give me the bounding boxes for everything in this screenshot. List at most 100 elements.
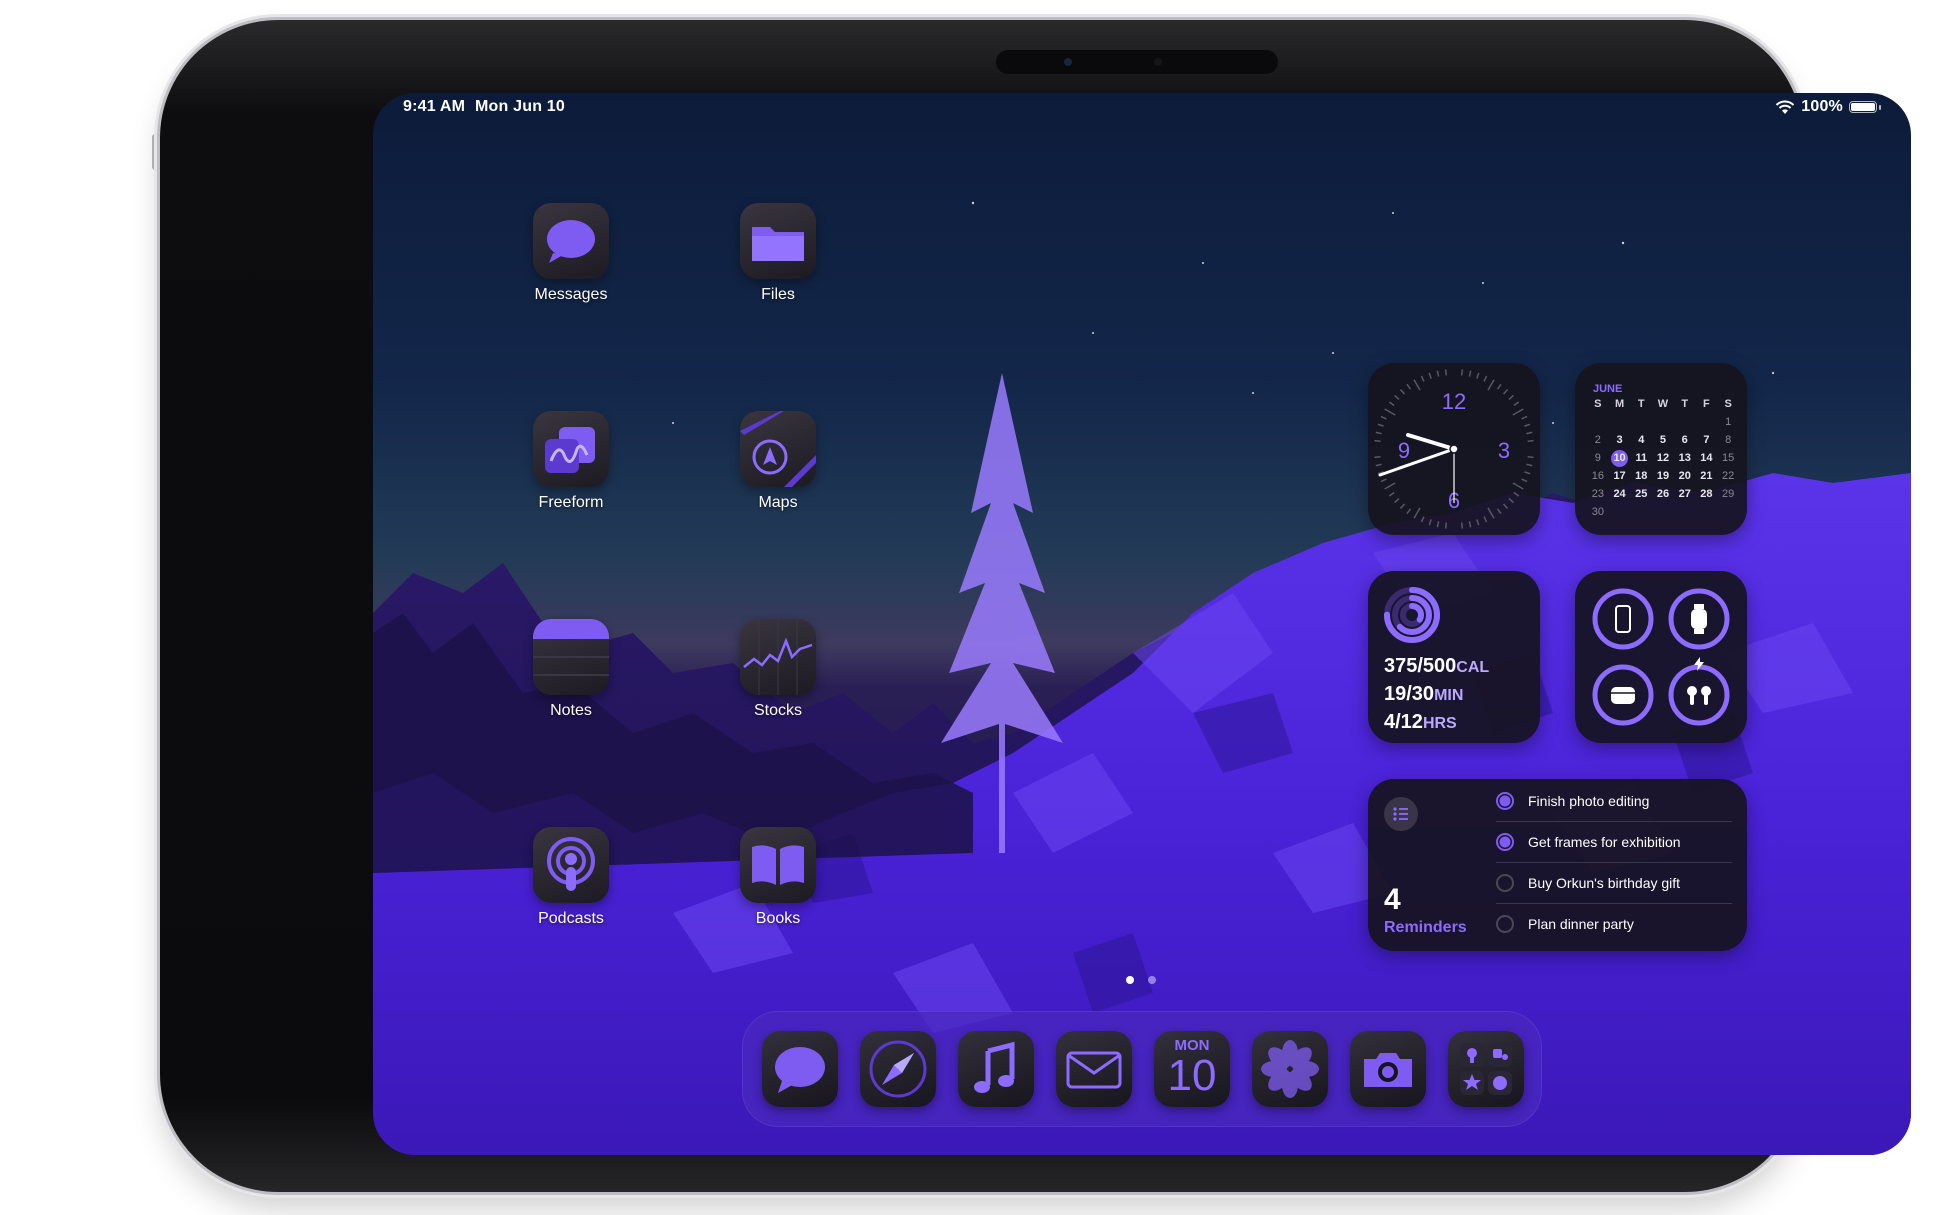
app-files[interactable]: Files xyxy=(698,203,858,304)
activity-rings-icon xyxy=(1384,587,1440,643)
dock-music[interactable] xyxy=(958,1031,1034,1107)
clock-tick xyxy=(1502,503,1509,509)
fitness-widget[interactable]: 375/500CAL 19/30MIN 4/12HRS xyxy=(1368,571,1540,743)
app-podcasts[interactable]: Podcasts xyxy=(491,827,651,928)
clock-tick xyxy=(1526,431,1533,435)
calendar-day: 17 xyxy=(1613,470,1626,482)
clock-numeral-9: 9 xyxy=(1398,438,1410,463)
calendar-widget[interactable]: JUNE S M T W T F S 1 2 3 4 5 6 7 8 9 10 11 12 13 14 15 16 17 18 1… xyxy=(1575,363,1747,535)
clock-tick xyxy=(1468,370,1472,377)
calendar-day: 18 xyxy=(1635,470,1648,482)
status-right: 100% xyxy=(1775,98,1881,116)
reminder-item[interactable]: Finish photo editing xyxy=(1496,781,1732,822)
dock-messages[interactable] xyxy=(762,1031,838,1107)
calendar-day xyxy=(1652,415,1674,430)
reminder-checkbox[interactable] xyxy=(1496,915,1514,933)
dock-photos[interactable] xyxy=(1252,1031,1328,1107)
reminder-checkbox[interactable] xyxy=(1496,874,1514,892)
clock-tick xyxy=(1436,370,1440,377)
calendar-day: 4 xyxy=(1638,434,1645,446)
dock-mail[interactable] xyxy=(1056,1031,1132,1107)
clock-tick xyxy=(1375,431,1382,435)
calendar-day xyxy=(1609,415,1631,430)
camera-lens-icon xyxy=(1064,58,1072,66)
app-maps[interactable]: Maps xyxy=(698,411,858,512)
app-messages[interactable]: Messages xyxy=(491,203,651,304)
calendar-day: 21 xyxy=(1700,470,1713,482)
calendar-weekday: T xyxy=(1681,398,1689,410)
calendar-day: 6 xyxy=(1681,434,1688,446)
calendar-day: 3 xyxy=(1616,434,1623,446)
calendar-day xyxy=(1696,415,1718,430)
reminder-text: Buy Orkun's birthday gift xyxy=(1528,875,1681,891)
batteries-widget[interactable] xyxy=(1575,571,1747,743)
app-label-files: Files xyxy=(761,286,795,303)
clock-tick xyxy=(1380,415,1387,420)
calendar-weekday: W xyxy=(1657,398,1669,410)
page-dot-active[interactable] xyxy=(1126,976,1134,984)
calendar-day xyxy=(1587,415,1609,430)
reminder-text: Finish photo editing xyxy=(1528,793,1650,809)
page-dot[interactable] xyxy=(1148,976,1156,984)
clock-numeral-12: 12 xyxy=(1442,389,1466,414)
calendar-weekday: S xyxy=(1594,398,1602,410)
files-icon xyxy=(740,203,816,279)
calendar-day xyxy=(1609,505,1631,520)
clock-tick xyxy=(1521,478,1528,483)
app-stocks[interactable]: Stocks xyxy=(698,619,858,720)
calendar-day: 15 xyxy=(1722,452,1735,464)
calendar-grid: S M T W T F S 1 2 3 4 5 6 7 8 9 10 11 12 13 14 15 16 17 18 19 20 21… xyxy=(1587,397,1739,520)
dock: MON 10 xyxy=(742,1011,1542,1127)
calendar-today: 10 xyxy=(1609,450,1631,467)
airpods-case-icon xyxy=(1611,687,1635,704)
calendar-day: 8 xyxy=(1725,434,1732,446)
clock-tick xyxy=(1420,375,1425,382)
clock-tick xyxy=(1483,516,1488,523)
reminder-item[interactable]: Buy Orkun's birthday gift xyxy=(1496,863,1732,904)
side-button[interactable] xyxy=(152,134,158,170)
calendar-day: 27 xyxy=(1678,488,1691,500)
reminders-count: 4 xyxy=(1384,883,1401,916)
clock-tick xyxy=(1521,415,1528,420)
move-unit: CAL xyxy=(1456,659,1490,676)
app-books[interactable]: Books xyxy=(698,827,858,928)
notes-icon xyxy=(533,619,609,695)
freeform-icon xyxy=(533,411,609,487)
clock-widget[interactable]: 12 3 6 9 xyxy=(1368,363,1540,535)
clock-tick xyxy=(1428,519,1432,526)
clock-tick xyxy=(1388,491,1395,497)
calendar-day: 22 xyxy=(1722,470,1735,482)
front-camera xyxy=(996,50,1278,74)
app-label-freeform: Freeform xyxy=(538,494,604,511)
dock-app-library[interactable] xyxy=(1448,1031,1524,1107)
clock-hour-hand xyxy=(1406,433,1456,451)
calendar-day xyxy=(1652,505,1674,520)
clock-tick xyxy=(1413,507,1421,519)
exercise-value: 19/30 xyxy=(1384,683,1435,705)
calendar-day: 7 xyxy=(1703,434,1710,446)
lightning-bolt-icon xyxy=(1694,657,1704,671)
dock-camera[interactable] xyxy=(1350,1031,1426,1107)
reminder-checkbox[interactable] xyxy=(1496,833,1514,851)
stand-value: 4/12 xyxy=(1384,711,1423,733)
app-freeform[interactable]: Freeform xyxy=(491,411,651,512)
exercise-unit: MIN xyxy=(1434,687,1464,704)
reminder-item[interactable]: Plan dinner party xyxy=(1496,904,1732,944)
dock-safari[interactable] xyxy=(860,1031,936,1107)
maps-icon xyxy=(740,411,816,487)
move-value: 375/500 xyxy=(1384,655,1457,677)
clock-tick xyxy=(1508,497,1514,504)
app-notes[interactable]: Notes xyxy=(491,619,651,720)
calendar-day: 11 xyxy=(1635,452,1648,464)
clock-tick xyxy=(1374,455,1381,459)
fitness-exercise: 19/30MIN xyxy=(1384,683,1463,706)
reminder-checkbox[interactable] xyxy=(1496,792,1514,810)
stocks-icon xyxy=(740,619,816,695)
fitness-move: 375/500CAL xyxy=(1384,655,1489,678)
reminders-widget[interactable]: 4 Reminders Finish photo editing Get fra… xyxy=(1368,779,1747,951)
clock-minute-hand xyxy=(1378,447,1456,477)
clock-tick xyxy=(1476,372,1480,379)
clock-tick xyxy=(1460,369,1464,376)
dock-calendar[interactable]: MON 10 xyxy=(1154,1031,1230,1107)
reminder-item[interactable]: Get frames for exhibition xyxy=(1496,822,1732,863)
